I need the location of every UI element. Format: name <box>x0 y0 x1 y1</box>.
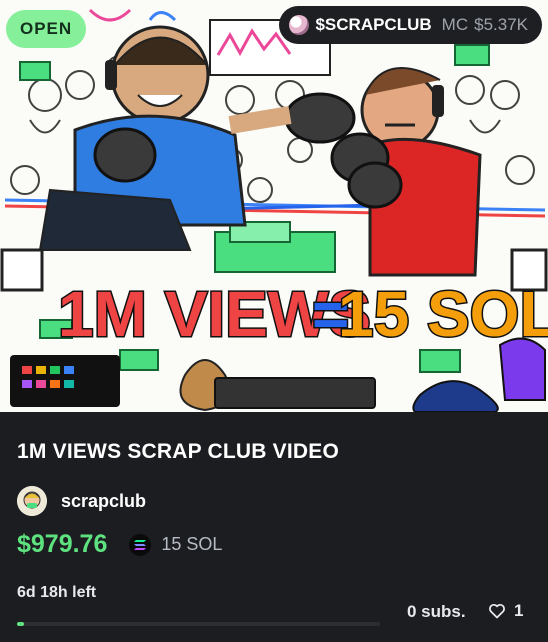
subs-count: 0 subs. <box>407 602 466 621</box>
cover-illustration: 1M VIEWS = 15 SOL <box>0 8 548 412</box>
cover-image[interactable]: 1M VIEWS = 15 SOL OPEN $SCRAPCLUB MC $5.… <box>0 0 548 412</box>
status-badge: OPEN <box>6 10 87 48</box>
progress-bar <box>17 622 380 626</box>
solana-icon <box>129 533 152 556</box>
price-row: $979.76 15 SOL <box>17 530 222 559</box>
card-info: 1M VIEWS SCRAP CLUB VIDEO scrapclub $979… <box>0 412 548 642</box>
avatar[interactable] <box>17 486 47 516</box>
like-button[interactable]: 1 <box>488 601 523 621</box>
price: $979.76 <box>17 530 108 558</box>
creator[interactable]: scrapclub <box>17 486 146 516</box>
heart-icon <box>489 603 505 619</box>
artwork-headline-right: 15 SOL <box>338 278 548 350</box>
market-cap-label: MC <box>441 15 469 34</box>
video-title[interactable]: 1M VIEWS SCRAP CLUB VIDEO <box>17 440 339 464</box>
bounty-card[interactable]: 1M VIEWS = 15 SOL OPEN $SCRAPCLUB MC $5.… <box>0 0 548 642</box>
coin-icon <box>289 15 310 35</box>
creator-name[interactable]: scrapclub <box>61 491 146 512</box>
progress-fill <box>17 622 25 626</box>
market-cap-value: $5.37K <box>474 15 528 34</box>
token-symbol: $SCRAPCLUB <box>315 15 432 34</box>
likes-count: 1 <box>514 601 524 620</box>
time-left: 6d 18h left <box>17 584 97 601</box>
avatar-image <box>17 486 47 516</box>
token-ticker[interactable]: $SCRAPCLUB MC $5.37K <box>279 6 542 44</box>
reward-amount: 15 SOL <box>161 534 223 554</box>
